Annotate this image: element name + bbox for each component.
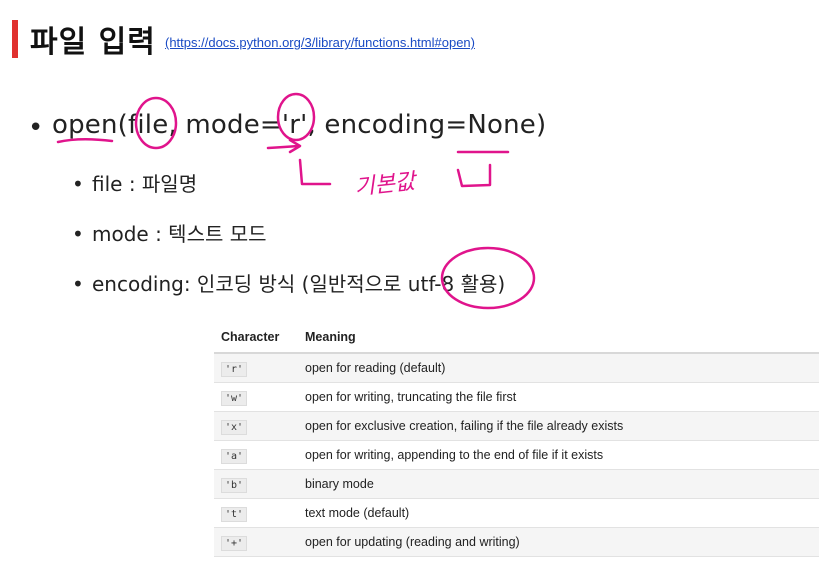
circle-r bbox=[276, 92, 316, 142]
mode-meaning: open for exclusive creation, failing if … bbox=[298, 411, 819, 441]
table-row: 'x' open for exclusive creation, failing… bbox=[214, 411, 819, 441]
table-row: 'w' open for writing, truncating the fil… bbox=[214, 382, 819, 412]
table-row: 'b' binary mode bbox=[214, 469, 819, 499]
bracket-mark bbox=[456, 163, 492, 188]
header-character: Character bbox=[214, 322, 298, 354]
table-row: 't' text mode (default) bbox=[214, 498, 819, 528]
mode-code: '+' bbox=[221, 536, 248, 551]
table-row: 'a' open for writing, appending to the e… bbox=[214, 440, 819, 470]
mode-meaning: open for writing, appending to the end o… bbox=[298, 440, 819, 470]
table-row: 'r' open for reading (default) bbox=[214, 353, 819, 383]
mode-code: 'r' bbox=[221, 362, 248, 377]
underline-open bbox=[56, 138, 114, 144]
mode-table: Character Meaning 'r' open for reading (… bbox=[214, 322, 819, 557]
mode-code: 'a' bbox=[221, 449, 248, 464]
table-row: '+' open for updating (reading and writi… bbox=[214, 527, 819, 557]
circle-utf8 bbox=[440, 246, 536, 310]
mode-code: 'w' bbox=[221, 391, 248, 406]
table-header-row: Character Meaning bbox=[214, 322, 819, 354]
mode-meaning: text mode (default) bbox=[298, 498, 819, 528]
header-meaning: Meaning bbox=[298, 322, 819, 354]
mode-code: 'x' bbox=[221, 420, 248, 435]
mode-code: 't' bbox=[221, 507, 248, 522]
mode-meaning: binary mode bbox=[298, 469, 819, 499]
mode-meaning: open for writing, truncating the file fi… bbox=[298, 382, 819, 412]
mode-meaning: open for updating (reading and writing) bbox=[298, 527, 819, 557]
arrow-r bbox=[266, 138, 302, 154]
handwritten-note: 기본값 bbox=[353, 169, 419, 200]
hook-mark bbox=[298, 158, 332, 186]
circle-file bbox=[134, 96, 178, 150]
mode-code: 'b' bbox=[221, 478, 248, 493]
mode-meaning: open for reading (default) bbox=[298, 353, 819, 383]
